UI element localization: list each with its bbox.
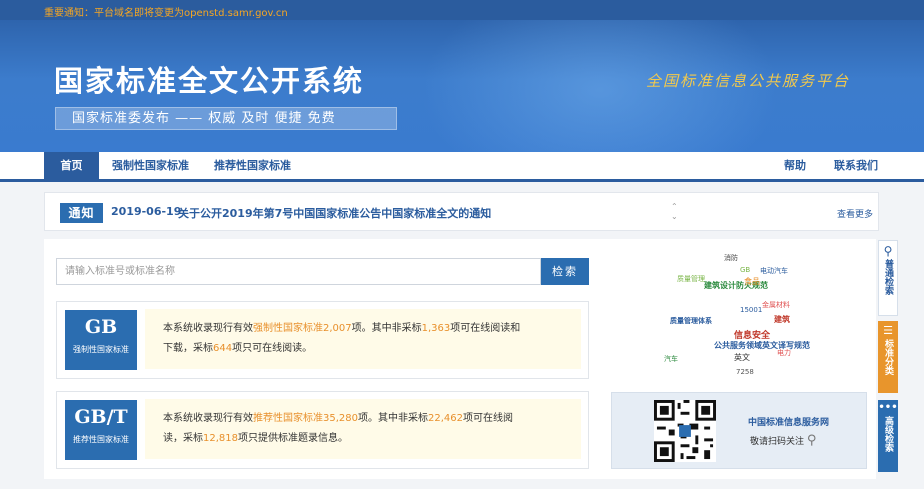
gbt-code: GB/T [74,406,128,428]
search-button[interactable]: 检索 [541,258,589,285]
gb-desc-text: 项。其中非采标 [351,323,422,334]
cloud-word[interactable]: 消防 [724,253,738,263]
gbt-adopted-count: 12,818 [203,433,238,444]
side-tab-label: 高级检索 [883,416,893,452]
gbt-desc-text: 项可在线阅 [463,413,513,424]
gbt-total-count: 推荐性国家标准35,280 [253,413,358,424]
cloud-word[interactable]: 7258 [736,368,754,376]
side-tab-advanced-search[interactable]: ••• 高级检索 [878,400,898,472]
qr-subtitle: 敬请扫码关注 ⚲ [750,433,816,448]
gbt-desc-text: 本系统收录现行有效 [163,413,253,424]
gb-total-count: 强制性国家标准2,007 [253,323,352,334]
notice-link[interactable]: 关于公开2019年第7号中国国家标准公告中国家标准全文的通知 [178,205,491,221]
site-subtitle: 国家标准委发布 —— 权威 及时 便捷 免费 [55,107,397,130]
gbt-badge[interactable]: GB/T 推荐性国家标准 [65,400,137,460]
gbt-desc-text: 项只提供标准题录信息。 [238,433,348,444]
chevron-up-icon[interactable]: ⌃ [671,202,678,212]
gb-adopted-count: 644 [213,343,233,354]
gb-desc-text: 下载，采标 [163,343,213,354]
search-input[interactable]: 请输入标准号或标准名称 [56,258,541,285]
gbt-description: 本系统收录现行有效推荐性国家标准35,280项。其中非采标22,462项可在线阅… [145,399,581,459]
notice-tag: 通知 [60,203,103,223]
keyword-cloud: 消防 GB 电动汽车 质量管理 建筑设计防火规范 食品 金属材料 15001 质… [614,250,866,380]
cloud-word[interactable]: 质量管理体系 [670,316,712,326]
cloud-word[interactable]: 电动汽车 [760,266,788,276]
gb-label: 强制性国家标准 [73,345,129,354]
cloud-word[interactable]: 15001 [740,306,762,314]
nav-mandatory-standards[interactable]: 强制性国家标准 [112,152,189,179]
search-icon: ⚲ [883,244,893,258]
top-notice-bar: 重要通知：平台域名即将变更为openstd.samr.gov.cn [0,0,924,20]
gb-code: GB [84,316,118,338]
gb-desc-text: 项可在线阅读和 [450,323,521,334]
notice-card: 通知 2019-06-19 关于公开2019年第7号中国国家标准公告中国家标准全… [44,192,879,231]
nav-contact-us[interactable]: 联系我们 [834,152,878,179]
notice-scroll-arrows[interactable]: ⌃ ⌄ [671,202,678,222]
side-tab-basic-search[interactable]: ⚲ 普通检索 [878,240,898,316]
main-nav: 首页 强制性国家标准 推荐性国家标准 帮助 联系我们 [0,152,924,182]
more-dots-icon: ••• [878,402,898,413]
nav-home[interactable]: 首页 [44,152,99,179]
gbt-label: 推荐性国家标准 [73,435,129,444]
domain-change-notice: 重要通知：平台域名即将变更为openstd.samr.gov.cn [44,8,288,19]
notice-date: 2019-06-19 [111,205,182,218]
gb-desc-text: 项只可在线阅读。 [232,343,313,354]
side-tab-label: 普通检索 [883,259,893,295]
qr-title: 中国标准信息服务网 [748,418,830,428]
gb-card: GB 强制性国家标准 本系统收录现行有效强制性国家标准2,007项。其中非采标1… [56,301,589,379]
header-banner: 国家标准全文公开系统 国家标准委发布 —— 权威 及时 便捷 免费 全国标准信息… [0,20,924,152]
nav-recommended-standards[interactable]: 推荐性国家标准 [214,152,291,179]
gb-description: 本系统收录现行有效强制性国家标准2,007项。其中非采标1,363项可在线阅读和… [145,309,581,369]
cloud-word[interactable]: 英文 [734,352,750,363]
gbt-non-adopted-count: 22,462 [428,413,463,424]
cloud-word[interactable]: 汽车 [664,354,678,364]
gbt-desc-text: 读，采标 [163,433,203,444]
cloud-word[interactable]: 电力 [777,348,791,358]
nav-help[interactable]: 帮助 [784,152,806,179]
gb-non-adopted-count: 1,363 [421,323,451,334]
side-tab-category[interactable]: ☰ 标准分类 [878,321,898,393]
cloud-word[interactable]: 公共服务领域英文译写规范 [714,340,810,351]
qr-follow-card: 中国标准信息服务网 敬请扫码关注 ⚲ [611,392,867,469]
cloud-word[interactable]: 质量管理 [677,274,705,284]
cloud-word[interactable]: GB [740,266,750,274]
cloud-word[interactable]: 食品 [744,276,760,287]
side-tab-label: 标准分类 [883,339,893,375]
gb-desc-text: 本系统收录现行有效 [163,323,253,334]
gbt-desc-text: 项。其中非采标 [358,413,428,424]
list-icon: ☰ [883,324,893,337]
gb-badge[interactable]: GB 强制性国家标准 [65,310,137,370]
cloud-word[interactable]: 建筑 [774,314,790,325]
gbt-card: GB/T 推荐性国家标准 本系统收录现行有效推荐性国家标准35,280项。其中非… [56,391,589,469]
notice-more-link[interactable]: 查看更多 [837,207,873,220]
chevron-down-icon[interactable]: ⌄ [671,212,678,222]
cloud-word[interactable]: 金属材料 [762,300,790,310]
qr-subtitle-text: 敬请扫码关注 [750,437,805,447]
qr-code [654,400,716,462]
platform-slogan: 全国标准信息公共服务平台 [646,72,851,90]
site-title: 国家标准全文公开系统 [54,64,365,98]
magnifier-icon: ⚲ [806,433,817,448]
